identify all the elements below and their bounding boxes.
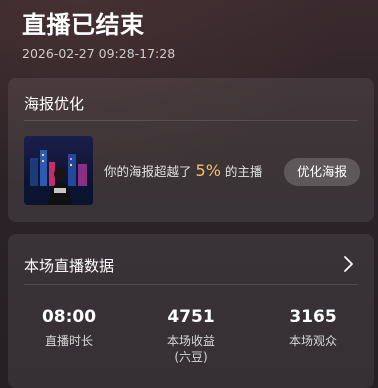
- stats-row: 08:00 直播时长 4751 本场收益 (六豆) 3165 本场观众: [8, 306, 374, 365]
- stat-value: 4751: [167, 307, 215, 327]
- stat-value: 08:00: [41, 307, 97, 327]
- live-time-range: 2026-02-27 09:28-17:28: [22, 46, 176, 61]
- stats-card-title: 本场直播数据: [24, 257, 115, 275]
- divider: [24, 284, 358, 285]
- poster-rank-text: 你的海报超越了 5% 的主播: [104, 162, 262, 181]
- divider: [24, 120, 358, 121]
- stat-duration: 08:00 直播时长: [8, 306, 130, 365]
- rank-percent: 5%: [195, 161, 221, 180]
- stat-label: 本场收益 (六豆): [166, 334, 215, 364]
- stat-label: 本场观众: [288, 334, 337, 348]
- page-title: 直播已结束: [22, 11, 145, 39]
- stat-earnings: 4751 本场收益 (六豆): [130, 306, 252, 365]
- poster-thumbnail: [24, 136, 93, 205]
- stat-viewers: 3165 本场观众: [252, 306, 374, 365]
- chevron-right-icon[interactable]: [340, 254, 356, 274]
- rank-suffix: 的主播: [224, 164, 263, 179]
- optimize-poster-button[interactable]: 优化海报: [284, 158, 360, 186]
- stat-value: 3165: [289, 307, 337, 327]
- stat-label: 直播时长: [44, 334, 93, 348]
- end-header: 直播已结束 2026-02-27 09:28-17:28: [22, 10, 358, 62]
- poster-card-title: 海报优化: [24, 95, 85, 113]
- poster-optimization-card: 海报优化 你的海报超越了 5% 的主播 优化海报: [8, 78, 374, 222]
- live-stats-card: 本场直播数据 08:00 直播时长 4751 本场收益 (六豆) 3165 本场…: [8, 234, 374, 388]
- rank-prefix: 你的海报超越了: [104, 164, 192, 179]
